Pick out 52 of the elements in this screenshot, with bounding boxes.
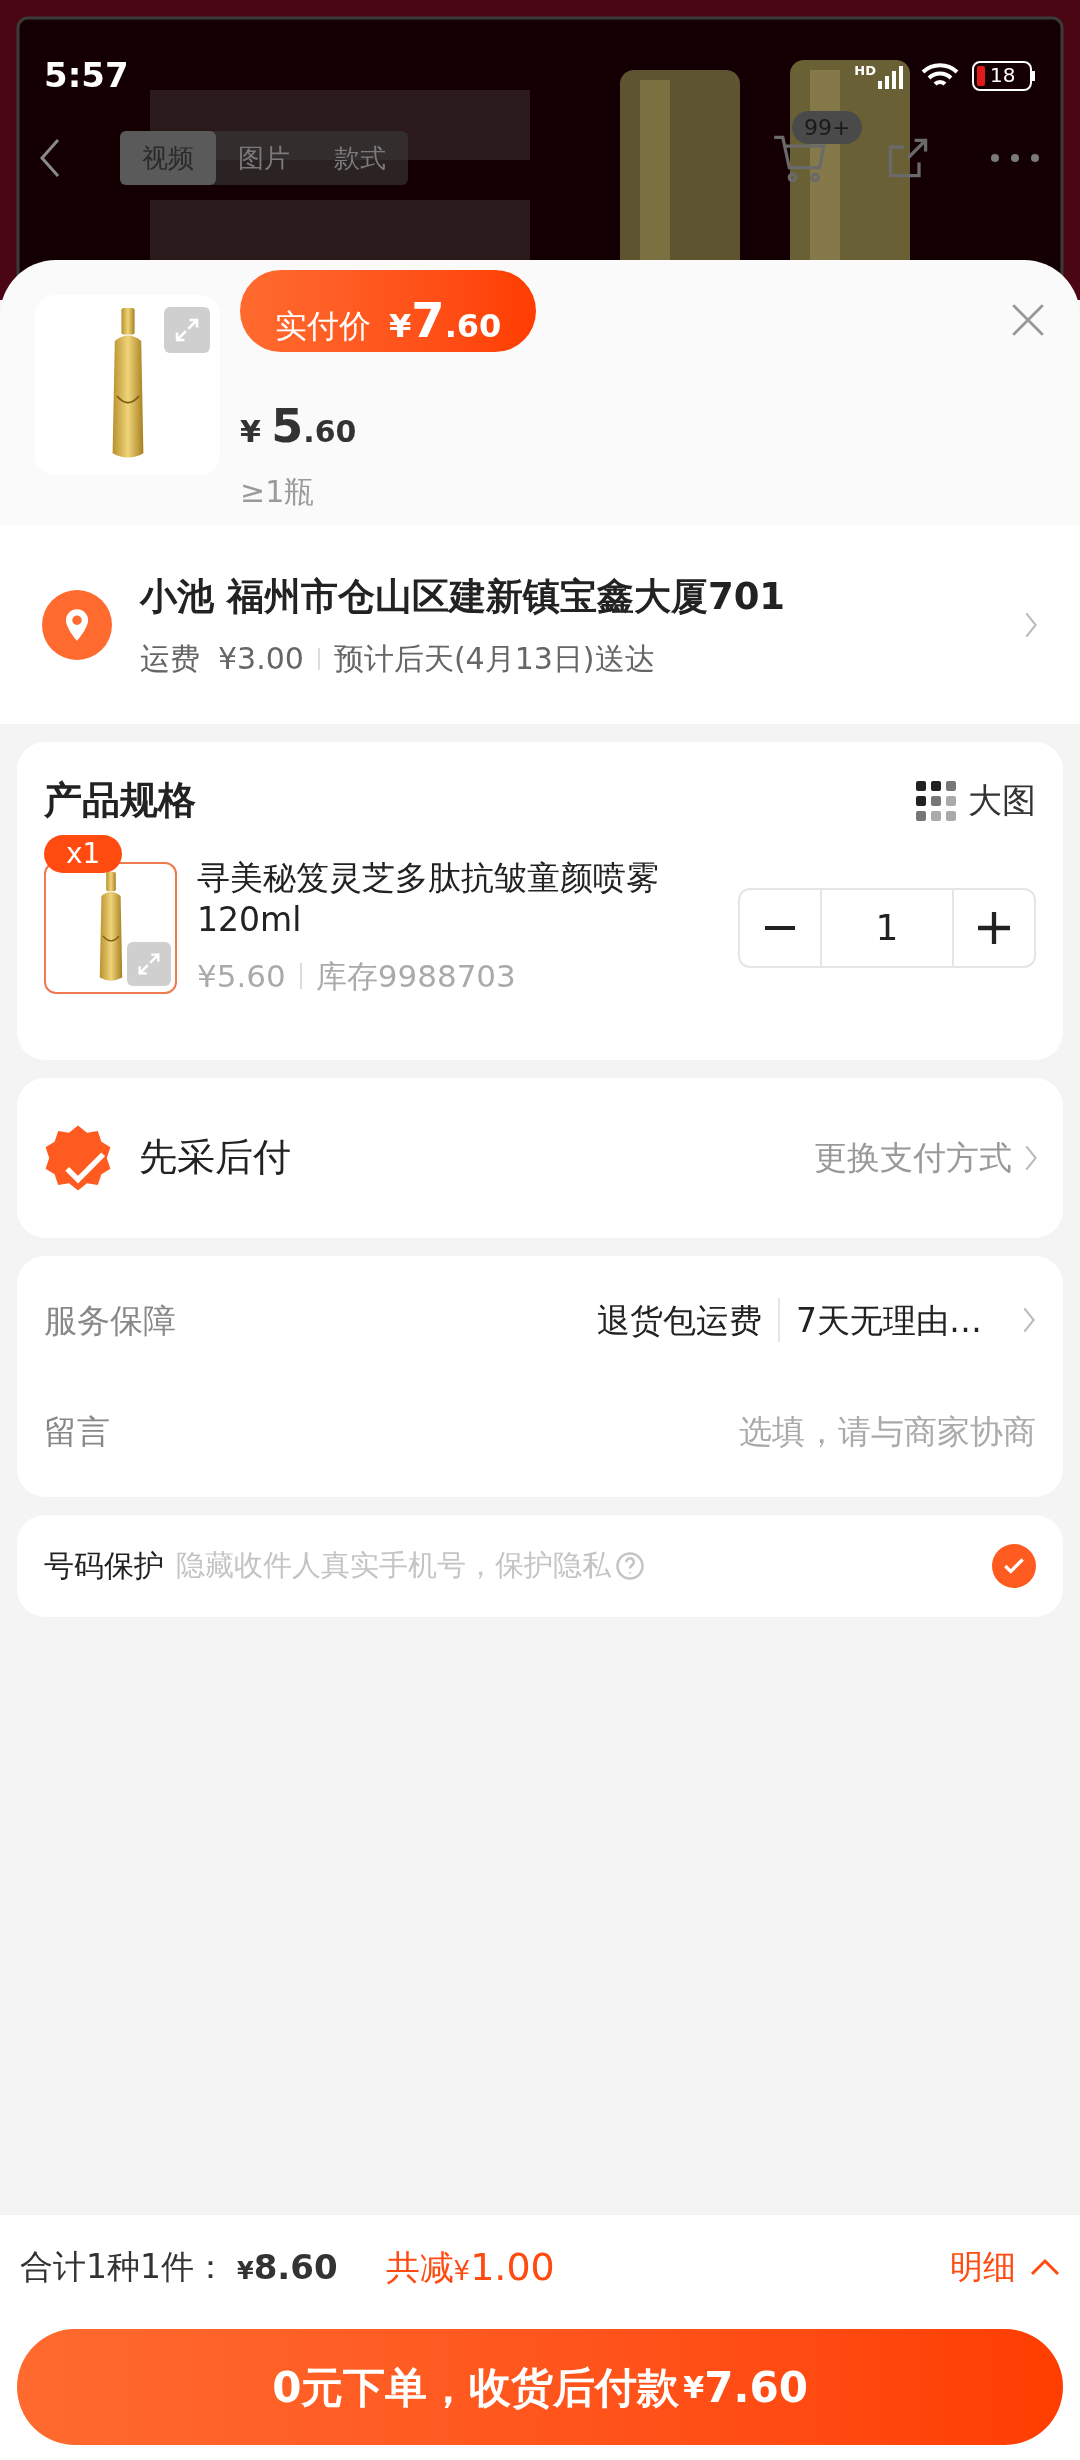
battery-level: 18 <box>990 64 1016 85</box>
shipping-fee: ¥3.00 <box>218 640 304 679</box>
stock-count: 库存9988703 <box>315 957 516 996</box>
plus-icon <box>978 912 1010 945</box>
chevron-right-icon <box>1024 1143 1038 1172</box>
minus-icon <box>764 926 796 931</box>
payment-method: 先采后付 <box>139 1134 291 1181</box>
service-tag: 7天无理由… <box>796 1295 982 1345</box>
chevron-right-icon <box>1024 611 1038 639</box>
status-time: 5:57 <box>44 54 129 97</box>
service-tag: 退货包运费 <box>597 1295 762 1345</box>
discount-label: 共减 <box>385 2245 454 2289</box>
details-toggle[interactable]: 明细 <box>950 2242 1060 2292</box>
network-label: HD <box>854 63 876 77</box>
privacy-hint: 隐藏收件人真实手机号，保护隐私 <box>176 1546 611 1584</box>
address-panel[interactable]: 小池 福州市仓山区建新镇宝鑫大厦701 运费 ¥3.00 预计后天(4月13日)送达 <box>0 526 1080 724</box>
privacy-checkbox[interactable] <box>992 1543 1036 1588</box>
grid-icon <box>916 780 956 821</box>
message-label: 留言 <box>44 1411 110 1453</box>
quantity-badge: x1 <box>44 835 123 874</box>
item-price: ¥5.60 <box>197 957 286 996</box>
quantity-value[interactable]: 1 <box>822 890 952 967</box>
privacy-label: 号码保护 <box>44 1547 164 1585</box>
minimum-quantity: ≥1瓶 <box>240 473 316 511</box>
media-tab[interactable]: 款式 <box>312 131 408 185</box>
media-tab[interactable]: 图片 <box>216 131 312 185</box>
section-title: 产品规格 <box>44 777 196 824</box>
item-name: 寻美秘笈灵芝多肽抗皱童颜喷雾120ml <box>197 857 660 941</box>
total-label: 合计1种1件： <box>20 2246 227 2289</box>
more-icon[interactable] <box>990 153 1040 163</box>
large-view-toggle[interactable]: 大图 <box>916 775 1036 826</box>
address-text: 小池 福州市仓山区建新镇宝鑫大厦701 <box>140 573 787 620</box>
submit-order-button[interactable]: 0元下单，收货后付款¥7.60 <box>17 2329 1063 2445</box>
pay-price-pill: 实付价 ¥7.60 <box>240 270 537 352</box>
shipping-label: 运费 <box>140 640 200 679</box>
chevron-up-icon <box>1030 2258 1060 2276</box>
help-icon[interactable] <box>615 1550 645 1581</box>
change-payment-link[interactable]: 更换支付方式 <box>814 1132 1012 1183</box>
close-icon[interactable] <box>1011 303 1045 337</box>
chevron-right-icon <box>1022 1306 1036 1335</box>
discount-amount: ¥1.00 <box>453 2243 555 2291</box>
product-thumbnail[interactable] <box>35 295 220 475</box>
total-amount: ¥8.60 <box>237 2245 338 2289</box>
share-icon[interactable] <box>886 136 930 180</box>
delivery-estimate: 预计后天(4月13日)送达 <box>333 640 655 679</box>
back-icon[interactable] <box>40 138 60 178</box>
cart-icon[interactable] <box>772 133 826 183</box>
service-label: 服务保障 <box>44 1299 176 1342</box>
payment-method-card[interactable]: 先采后付 更换支付方式 <box>17 1077 1063 1238</box>
battery-icon <box>972 60 1036 91</box>
unit-price: ¥ 5.60 <box>240 398 358 455</box>
message-field[interactable]: 选填，请与商家协商 <box>110 1407 1036 1457</box>
